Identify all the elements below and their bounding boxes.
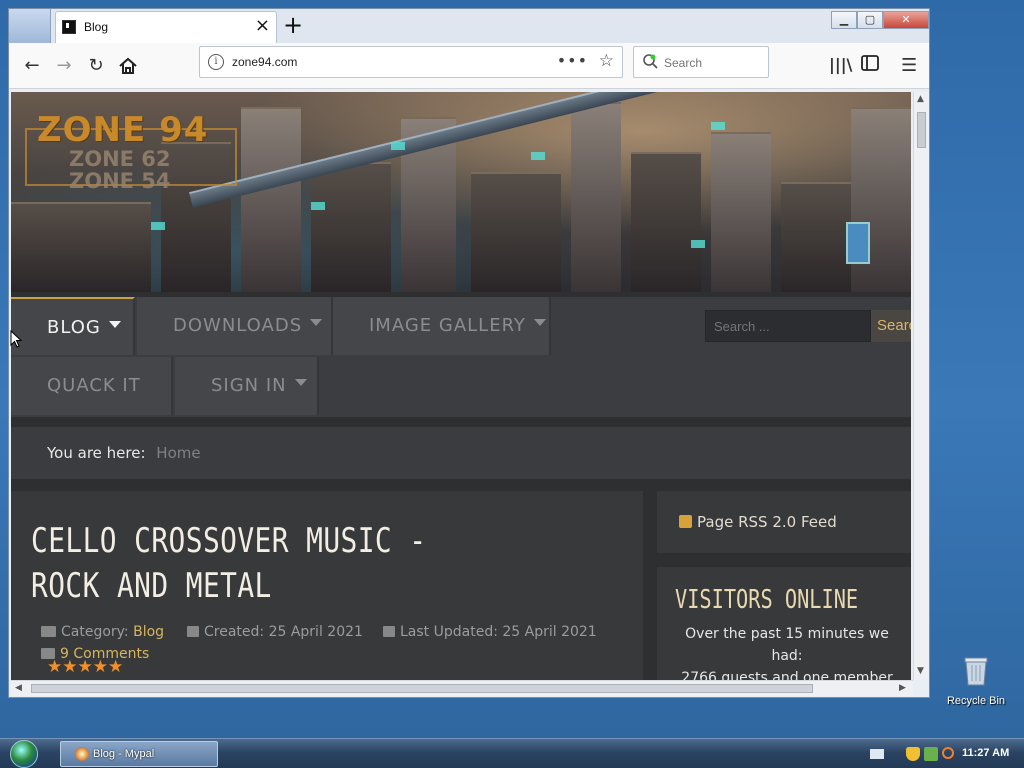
scroll-up-icon[interactable]: ▲ (917, 94, 924, 104)
url-text[interactable]: zone94.com (232, 55, 297, 69)
site-search-button[interactable]: Search (871, 310, 911, 342)
new-tab-button[interactable]: + (283, 11, 303, 39)
menu-hamburger-icon[interactable]: ☰ (901, 55, 917, 76)
menu-item-quack-it[interactable]: QUACK IT (11, 357, 173, 415)
vertical-scrollbar[interactable]: ▲ ▼ (913, 92, 929, 680)
rating-stars[interactable]: ★★★★★ (47, 657, 123, 677)
tab-title: Blog (84, 20, 109, 34)
browser-search-box[interactable] (633, 46, 769, 78)
dropdown-caret-icon (310, 318, 323, 326)
menu-item-image-gallery[interactable]: IMAGE GALLERY (333, 297, 551, 355)
forward-arrow-icon[interactable]: → (53, 55, 75, 77)
back-arrow-icon[interactable]: ← (21, 55, 43, 77)
article-created: Created: 25 April 2021 (187, 624, 363, 640)
folder-icon (41, 626, 56, 637)
title-bar: Blog × + ▁ ▢ ✕ (9, 9, 929, 43)
browser-app-icon (75, 747, 89, 761)
dropdown-caret-icon (108, 320, 121, 328)
visitors-title: VISITORS ONLINE (675, 585, 859, 615)
site-info-icon[interactable]: i (208, 54, 224, 70)
keyboard-icon[interactable] (870, 749, 884, 759)
home-icon[interactable] (117, 55, 139, 77)
article-category: Category: Blog (41, 624, 164, 640)
scroll-right-icon[interactable]: ▶ (899, 683, 906, 693)
maximize-button[interactable]: ▢ (857, 11, 883, 29)
network-icon[interactable] (924, 747, 938, 761)
search-icon (643, 54, 658, 69)
reload-icon[interactable]: ↻ (85, 55, 107, 77)
taskbar-item-browser[interactable]: Blog - Mypal (60, 741, 218, 767)
site-logo[interactable]: ZONE 94 ZONE 62 ZONE 54 (25, 110, 237, 210)
bookmark-star-icon[interactable]: ☆ (599, 51, 614, 71)
close-button[interactable]: ✕ (883, 11, 929, 29)
dropdown-caret-icon (294, 378, 307, 386)
visitors-text: Over the past 15 minutes we had: 2766 gu… (681, 626, 893, 680)
sidebar-icon[interactable] (861, 55, 879, 71)
page-actions-icon[interactable]: ••• (557, 51, 588, 70)
browser-window: Blog × + ▁ ▢ ✕ ← → ↻ i zone94.com ••• ☆ … (8, 8, 930, 698)
tab-close-icon[interactable]: × (255, 15, 270, 36)
web-page: ZONE 94 ZONE 62 ZONE 54 BLOG DOWNLOADS I… (11, 92, 911, 680)
recycle-bin-label: Recycle Bin (946, 695, 1006, 707)
calendar-icon (383, 626, 395, 637)
article: CELLO CROSSOVER MUSIC - ROCK AND METAL C… (11, 491, 643, 680)
rss-icon (679, 515, 692, 528)
category-link[interactable]: Blog (133, 624, 164, 640)
taskbar: Blog - Mypal 11:27 AM (0, 738, 1024, 768)
rss-feed-link[interactable]: Page RSS 2.0 Feed (657, 491, 911, 553)
menu-item-downloads[interactable]: DOWNLOADS (137, 297, 333, 355)
horizontal-scroll-thumb[interactable] (31, 684, 813, 693)
article-title[interactable]: CELLO CROSSOVER MUSIC - ROCK AND METAL (31, 519, 490, 609)
site-favicon-icon (62, 20, 76, 34)
article-updated: Last Updated: 25 April 2021 (383, 624, 597, 640)
recycle-bin[interactable]: Recycle Bin (944, 655, 1008, 707)
windows-logo-icon (10, 740, 38, 768)
calendar-icon (187, 626, 199, 637)
breadcrumb-current: Home (156, 444, 201, 462)
horizontal-scrollbar[interactable]: ◀ ▶ (11, 680, 913, 696)
scroll-left-icon[interactable]: ◀ (15, 683, 22, 693)
library-icon[interactable]: |||\ (829, 55, 852, 74)
security-shield-icon[interactable] (906, 747, 920, 761)
browser-search-input[interactable] (664, 53, 764, 73)
system-tray: 11:27 AM (866, 739, 1024, 768)
mouse-cursor-icon (10, 330, 22, 348)
site-main-menu: BLOG DOWNLOADS IMAGE GALLERY QUACK IT SI… (11, 297, 911, 417)
breadcrumb-lead: You are here: (47, 444, 146, 462)
start-button[interactable] (6, 740, 42, 768)
site-search-input[interactable] (705, 310, 871, 342)
menu-item-sign-in[interactable]: SIGN IN (175, 357, 319, 415)
minimize-button[interactable]: ▁ (831, 11, 857, 29)
recycle-bin-icon (964, 657, 988, 686)
dropdown-caret-icon (533, 318, 546, 326)
scroll-down-icon[interactable]: ▼ (917, 666, 924, 676)
search-tray-icon[interactable] (942, 747, 954, 759)
visitors-online-module: VISITORS ONLINE Over the past 15 minutes… (657, 567, 911, 680)
breadcrumb: You are here: Home (11, 427, 911, 479)
window-menu-tag[interactable] (9, 9, 51, 43)
menu-item-blog[interactable]: BLOG (11, 297, 135, 355)
nav-toolbar: ← → ↻ i zone94.com ••• ☆ |||\ ☰ (9, 43, 929, 89)
site-banner: ZONE 94 ZONE 62 ZONE 54 (11, 92, 911, 292)
vertical-scroll-thumb[interactable] (917, 112, 926, 148)
url-bar[interactable]: i zone94.com ••• ☆ (199, 46, 623, 78)
clock[interactable]: 11:27 AM (962, 747, 1009, 759)
tab-blog[interactable]: Blog × (55, 11, 277, 43)
